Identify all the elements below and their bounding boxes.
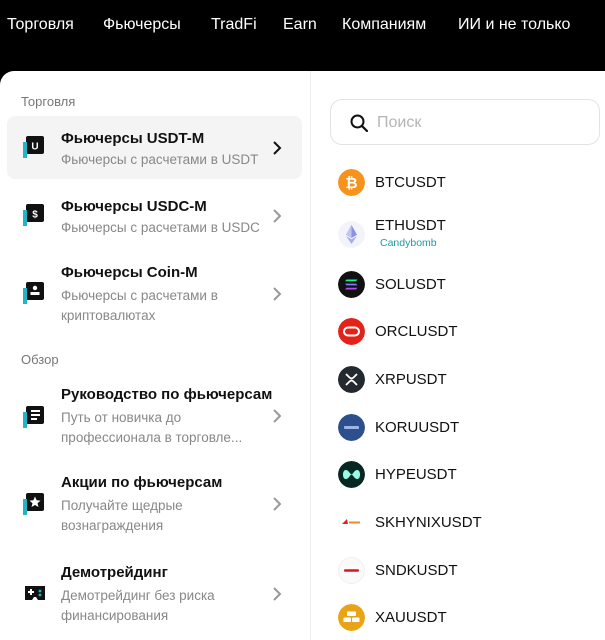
oracle-icon <box>338 318 365 345</box>
nav-ai-and-more[interactable]: ИИ и не только <box>458 16 570 34</box>
menu-item-title: Фьючерсы USDC-M <box>61 198 207 215</box>
menu-item-title: Демотрейдинг <box>61 564 168 581</box>
coin-symbol: HYPEUSDT <box>375 466 457 483</box>
coin-row-skhynixusdt[interactable]: SKHYNIXUSDT <box>338 509 578 536</box>
promo-star-icon <box>23 493 44 515</box>
hyperliquid-icon <box>338 461 365 488</box>
nav-futures[interactable]: Фьючерсы <box>103 16 181 34</box>
menu-item-futures-guide[interactable]: Руководство по фьючерсам Путь от новичка… <box>7 373 302 455</box>
coin-symbol: SNDKUSDT <box>375 562 458 579</box>
menu-item-desc: Получайте щедрые вознаграждения <box>61 498 183 533</box>
gamepad-icon <box>25 586 45 600</box>
coin-symbol: ORCLUSDT <box>375 323 458 340</box>
section-title-overview: Обзор <box>21 352 59 367</box>
usdt-futures-icon: U <box>23 136 44 158</box>
search-box[interactable] <box>330 99 600 145</box>
nav-companies[interactable]: Компаниям <box>342 16 426 34</box>
svg-text:$: $ <box>32 210 38 221</box>
menu-item-desc: Фьючерсы с расчетами в USDC <box>61 220 260 235</box>
menu-item-title: Руководство по фьючерсам <box>61 386 273 403</box>
coin-row-btcusdt[interactable]: ₿ BTCUSDT <box>338 169 578 196</box>
chevron-right-icon <box>273 287 282 301</box>
coin-symbol: ETHUSDT <box>375 217 446 234</box>
coin-promo-tag: Candybomb <box>380 237 437 249</box>
menu-item-desc: Фьючерсы с расчетами в криптовалютах <box>61 288 218 323</box>
menu-item-title: Фьючерсы Coin-M <box>61 264 198 281</box>
sandisk-icon <box>338 557 365 584</box>
chevron-right-icon <box>273 141 282 155</box>
ethereum-icon <box>338 221 365 248</box>
chevron-right-icon <box>273 587 282 601</box>
coin-symbol: BTCUSDT <box>375 174 446 191</box>
coin-row-xauusdt[interactable]: XAUUSDT <box>338 604 578 631</box>
menu-item-coin-futures[interactable]: Фьючерсы Coin-M Фьючерсы с расчетами в к… <box>7 251 302 331</box>
coin-symbol: KORUUSDT <box>375 419 460 436</box>
coin-row-hypeusdt[interactable]: HYPEUSDT <box>338 461 578 488</box>
coin-symbol: XAUUSDT <box>375 609 447 626</box>
nav-earn[interactable]: Earn <box>283 16 317 34</box>
menu-item-usdc-futures[interactable]: $ Фьючерсы USDC-M Фьючерсы с расчетами в… <box>7 184 302 247</box>
menu-item-title: Фьючерсы USDT-M <box>61 130 205 147</box>
menu-item-demo-trading[interactable]: Демотрейдинг Демотрейдинг без риска фина… <box>7 551 302 633</box>
usdc-futures-icon: $ <box>23 204 44 226</box>
chevron-right-icon <box>273 209 282 223</box>
search-icon <box>350 114 368 132</box>
coin-symbol: SKHYNIXUSDT <box>375 514 482 531</box>
section-title-trading: Торговля <box>21 94 76 109</box>
xrp-icon <box>338 366 365 393</box>
koru-icon <box>338 414 365 441</box>
skhynix-icon <box>338 509 365 536</box>
chevron-right-icon <box>273 497 282 511</box>
popular-contracts-column: ₿ BTCUSDT ETHUSDT Candybomb SOLUSDT <box>312 71 605 640</box>
coin-symbol: SOLUSDT <box>375 276 446 293</box>
bitcoin-icon: ₿ <box>338 169 365 196</box>
solana-icon <box>338 271 365 298</box>
nav-tradfi[interactable]: TradFi <box>211 16 257 34</box>
menu-item-title: Акции по фьючерсам <box>61 474 223 491</box>
menu-item-futures-promotions[interactable]: Акции по фьючерсам Получайте щедрые возн… <box>7 461 302 543</box>
nav-trading[interactable]: Торговля <box>7 16 74 34</box>
coin-row-ethusdt[interactable]: ETHUSDT Candybomb <box>338 215 578 251</box>
coin-row-koruusdt[interactable]: KORUUSDT <box>338 414 578 441</box>
guide-icon <box>23 406 44 428</box>
coin-row-xrpusdt[interactable]: XRPUSDT <box>338 366 578 393</box>
futures-dropdown-panel: Торговля U Фьючерсы USDT-M Фьючерсы с ра… <box>0 71 605 640</box>
menu-item-usdt-futures[interactable]: U Фьючерсы USDT-M Фьючерсы с расчетами в… <box>7 116 302 179</box>
svg-text:₿: ₿ <box>345 175 357 192</box>
menu-item-desc: Демотрейдинг без риска финансирования <box>61 588 215 623</box>
svg-text:U: U <box>31 142 38 153</box>
gold-icon <box>338 604 365 631</box>
menu-item-desc: Путь от новичка до профессионала в торго… <box>61 410 243 445</box>
menu-item-desc: Фьючерсы с расчетами в USDT <box>61 152 259 167</box>
coin-row-sndkusdt[interactable]: SNDKUSDT <box>338 557 578 584</box>
chevron-right-icon <box>273 409 282 423</box>
coin-row-orclusdt[interactable]: ORCLUSDT <box>338 318 578 345</box>
search-input[interactable] <box>377 110 577 136</box>
coin-symbol: XRPUSDT <box>375 371 447 388</box>
top-navigation: Торговля Фьючерсы TradFi Earn Компаниям … <box>0 0 605 62</box>
coin-futures-icon <box>23 282 44 304</box>
coin-row-solusdt[interactable]: SOLUSDT <box>338 271 578 298</box>
futures-menu-column: Торговля U Фьючерсы USDT-M Фьючерсы с ра… <box>0 71 311 640</box>
